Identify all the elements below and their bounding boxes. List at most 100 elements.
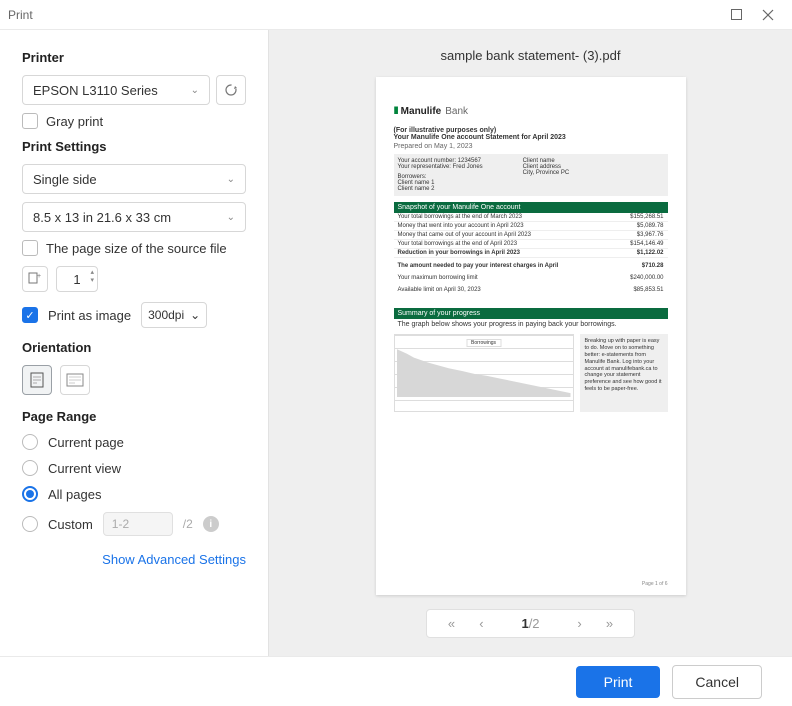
custom-range-placeholder: 1-2 [112,517,129,531]
info-icon[interactable]: i [203,516,219,532]
row-label: The amount needed to pay your interest c… [398,263,559,269]
pager-prev-button[interactable]: ‹ [469,616,493,631]
copies-input[interactable]: 1 ▴▾ [56,266,98,292]
radio-current-view[interactable] [22,460,38,476]
stepper-arrows[interactable]: ▴▾ [90,269,94,285]
paperless-aside: Breaking up with paper is easy to do. Mo… [580,334,668,412]
doc-illus: (For illustrative purposes only) [394,127,668,134]
print-settings-section-title: Print Settings [22,139,246,154]
radio-all-pages[interactable] [22,486,38,502]
page-footer: Page 1 of 6 [642,581,668,587]
pager-label: 1/2 [499,616,561,631]
orientation-section-title: Orientation [22,340,246,355]
chevron-down-icon: ⌄ [227,212,235,223]
chevron-down-icon: ⌄ [227,174,235,185]
printer-selected-value: EPSON L3110 Series [33,83,158,98]
cancel-button[interactable]: Cancel [672,665,762,699]
refresh-icon [224,83,238,97]
pager: « ‹ 1/2 › » [426,609,634,638]
snapshot-row: Money that came out of your account in A… [394,231,668,240]
row-value: $1,122.02 [637,250,664,256]
paper-size-value: 8.5 x 13 in 21.6 x 33 cm [33,210,171,225]
radio-current-view-label: Current view [48,461,121,476]
doc-title: Your Manulife One account Statement for … [394,134,668,141]
copies-icon: + [28,272,42,286]
page-landscape-icon [66,373,84,387]
sides-select[interactable]: Single side ⌄ [22,164,246,194]
snapshot-row: Money that went into your account in Apr… [394,222,668,231]
doc-date: Prepared on May 1, 2023 [394,143,668,150]
logo-icon: III [394,105,397,117]
print-as-image-checkbox[interactable]: ✓ [22,307,38,323]
summary-header: Summary of your progress [394,308,668,319]
dpi-value: 300dpi [148,308,184,322]
page-portrait-icon [30,372,44,388]
snapshot-table: Your total borrowings at the end of Marc… [394,213,668,294]
pager-last-button[interactable]: » [598,616,622,631]
orientation-portrait-button[interactable] [22,365,52,395]
row-value: $3,967.76 [637,232,664,238]
radio-all-pages-label: All pages [48,487,101,502]
dialog-footer: Print Cancel [0,656,792,706]
gray-print-checkbox[interactable] [22,113,38,129]
pager-next-button[interactable]: › [568,616,592,631]
row-label: Your maximum borrowing limit [398,275,478,281]
radio-current-page[interactable] [22,434,38,450]
printer-refresh-button[interactable] [216,75,246,105]
account-info: Your account number: 1234567 Your repres… [394,154,668,196]
logo: III Manulife Bank [394,105,668,117]
progress-chart: Borrowings [394,334,574,412]
chevron-down-icon: ⌄ [190,308,200,322]
source-size-checkbox[interactable] [22,240,38,256]
title-bar: Print [0,0,792,30]
maximize-button[interactable] [720,4,752,26]
page-range-section-title: Page Range [22,409,246,424]
dpi-select[interactable]: 300dpi ⌄ [141,302,207,328]
close-button[interactable] [752,4,784,26]
show-advanced-settings-link[interactable]: Show Advanced Settings [22,552,246,567]
logo-brand: Manulife [401,106,442,117]
snapshot-row: Your maximum borrowing limit $240,000.00 [394,274,668,282]
chart-legend: Borrowings [466,339,501,347]
row-label: Money that went into your account in Apr… [398,223,524,229]
row-value: $240,000.00 [630,275,663,281]
radio-current-page-label: Current page [48,435,124,450]
sides-value: Single side [33,172,97,187]
logo-sub: Bank [445,106,468,117]
pager-first-button[interactable]: « [439,616,463,631]
progress-chart-area: Borrowings Breaking up with paper is eas… [394,334,668,412]
pager-current: 1 [521,616,528,631]
copies-mode-button[interactable]: + [22,266,48,292]
row-label: Reduction in your borrowings in April 20… [398,250,520,256]
custom-range-total: /2 [183,517,193,531]
page-preview: III Manulife Bank (For illustrative purp… [376,77,686,595]
paper-size-select[interactable]: 8.5 x 13 in 21.6 x 33 cm ⌄ [22,202,246,232]
acct-rep: Your representative: Fred Jones [398,164,483,170]
preview-area: sample bank statement- (3).pdf III Manul… [268,30,792,656]
row-value: $85,853.51 [633,287,663,293]
print-as-image-label: Print as image [48,308,131,323]
printer-section-title: Printer [22,50,246,65]
printer-select[interactable]: EPSON L3110 Series ⌄ [22,75,210,105]
client-city: City, Province PC [523,170,570,176]
row-value: $710.28 [642,263,664,269]
orientation-landscape-button[interactable] [60,365,90,395]
row-label: Your total borrowings at the end of Marc… [398,214,523,220]
radio-custom[interactable] [22,516,38,532]
row-label: Your total borrowings at the end of Apri… [398,241,518,247]
radio-custom-label: Custom [48,517,93,532]
snapshot-row: Your total borrowings at the end of Marc… [394,213,668,222]
custom-range-input[interactable]: 1-2 [103,512,173,536]
row-value: $5,089.78 [637,223,664,229]
print-button[interactable]: Print [576,666,661,698]
snapshot-row: Reduction in your borrowings in April 20… [394,249,668,258]
snapshot-row: The amount needed to pay your interest c… [394,262,668,270]
preview-filename: sample bank statement- (3).pdf [441,48,621,63]
copies-value: 1 [73,272,80,287]
summary-sub: The graph below shows your progress in p… [398,321,664,328]
pager-total: /2 [529,616,540,631]
borrower2: Client name 2 [398,186,483,192]
snapshot-header: Snapshot of your Manulife One account [394,202,668,213]
chevron-down-icon: ⌄ [191,85,199,96]
settings-panel: Printer EPSON L3110 Series ⌄ Gray print … [0,30,268,656]
